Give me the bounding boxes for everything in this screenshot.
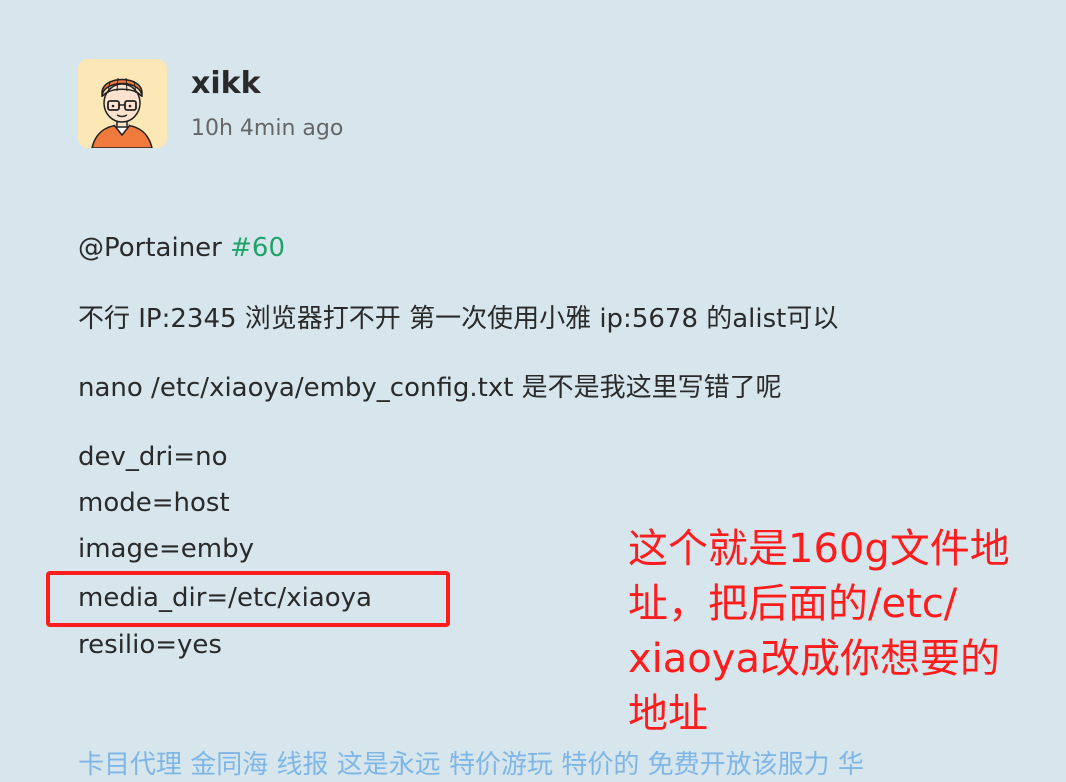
annotation-line: xiaoya改成你想要的 bbox=[628, 636, 1000, 682]
config-line: image=emby bbox=[78, 534, 254, 564]
timestamp: 10h 4min ago bbox=[191, 116, 344, 141]
annotation-line: 址，把后面的/etc/ bbox=[628, 581, 958, 627]
cutoff-text-line: 卡目代理 金同海 线报 这是永远 特价游玩 特价的 免费开放该服力 华 bbox=[78, 750, 864, 780]
annotation-line: 这个就是160g文件地 bbox=[628, 526, 1010, 572]
avatar-illustration-icon bbox=[78, 59, 167, 148]
annotation-line: 地址 bbox=[628, 691, 708, 737]
config-line: resilio=yes bbox=[78, 630, 222, 660]
issue-link[interactable]: #60 bbox=[230, 233, 285, 263]
paragraph: nano /etc/xiaoya/emby_config.txt 是不是我这里写… bbox=[78, 373, 782, 403]
red-highlight-box bbox=[46, 571, 450, 627]
author-name[interactable]: xikk bbox=[191, 64, 261, 104]
paragraph: 不行 IP:2345 浏览器打不开 第一次使用小雅 ip:5678 的alist… bbox=[78, 304, 839, 334]
config-line: mode=host bbox=[78, 488, 230, 518]
avatar[interactable] bbox=[78, 59, 167, 148]
red-annotation-text: 这个就是160g文件地 址，把后面的/etc/ xiaoya改成你想要的 地址 bbox=[628, 522, 1066, 742]
mention-user[interactable]: @Portainer bbox=[78, 233, 222, 263]
comment-post: xikk 10h 4min ago @Portainer #60 不行 IP:2… bbox=[0, 0, 1066, 780]
mention-line: @Portainer #60 bbox=[78, 231, 285, 265]
config-line: dev_dri=no bbox=[78, 442, 228, 472]
